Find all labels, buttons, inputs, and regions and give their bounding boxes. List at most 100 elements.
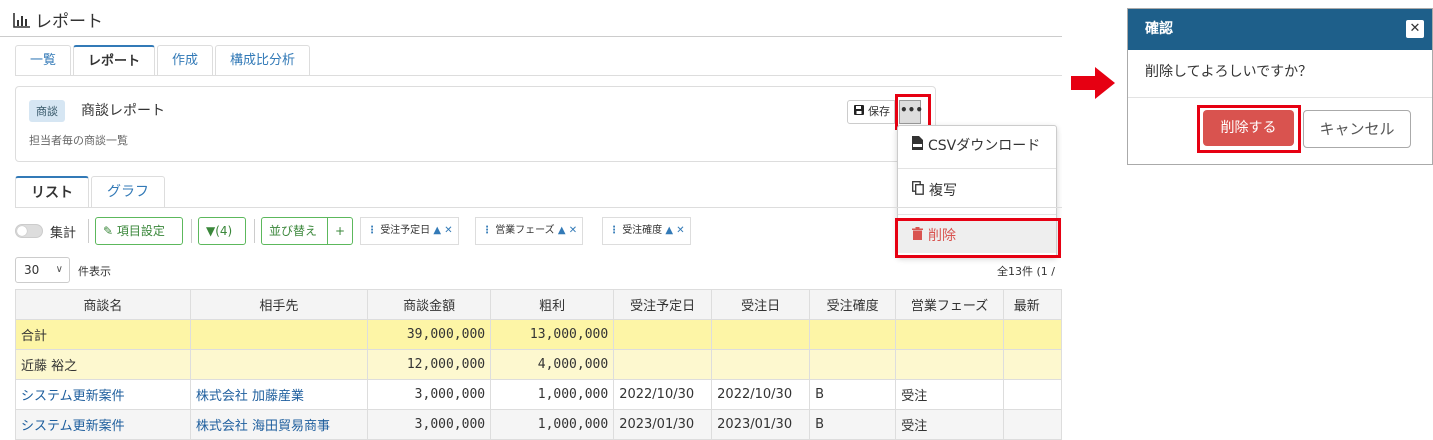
right-arrow-icon bbox=[1071, 67, 1115, 99]
column-header[interactable]: 商談名 bbox=[15, 289, 191, 320]
edit-icon: ✎ bbox=[103, 224, 114, 238]
table-header-row: 商談名 相手先 商談金額 粗利 受注予定日 受注日 受注確度 営業フェーズ 最新 bbox=[15, 289, 1062, 320]
report-name: 商談レポート bbox=[81, 103, 165, 119]
column-header[interactable]: 受注確度 bbox=[809, 289, 897, 320]
view-tabs-divider bbox=[15, 207, 1062, 208]
order-date: 2022/10/30 bbox=[711, 379, 811, 410]
menu-item-csv-label: CSVダウンロード bbox=[928, 138, 1041, 154]
category-badge: 商談 bbox=[29, 100, 65, 122]
report-description: 担当者毎の商談一覧 bbox=[29, 134, 128, 147]
drag-handle-icon[interactable]: ⋮ bbox=[609, 225, 619, 236]
client-link[interactable]: 株式会社 海田貿易商事 bbox=[189, 409, 369, 440]
subtotal-amount: 12,000,000 bbox=[367, 349, 492, 380]
table-row: システム更新案件 株式会社 加藤産業 3,000,000 1,000,000 2… bbox=[15, 379, 1062, 410]
planned-date: 2023/01/30 bbox=[613, 409, 713, 440]
total-label: 合計 bbox=[15, 319, 191, 350]
delete-button-highlight bbox=[1197, 105, 1301, 153]
sort-chip-certainty[interactable]: ⋮ 受注確度 ▲ ✕ bbox=[602, 217, 691, 245]
menu-item-csv-download[interactable]: CSVダウンロード bbox=[898, 129, 1056, 163]
tab-composition-analysis[interactable]: 構成比分析 bbox=[215, 45, 311, 75]
column-header[interactable]: 粗利 bbox=[490, 289, 615, 320]
deal-name-link[interactable]: システム更新案件 bbox=[15, 409, 191, 440]
client-link[interactable]: 株式会社 加藤産業 bbox=[189, 379, 369, 410]
table-cell bbox=[1002, 379, 1062, 410]
total-row: 合計 39,000,000 13,000,000 bbox=[15, 319, 1062, 350]
table-cell bbox=[1002, 349, 1062, 380]
deal-name-link[interactable]: システム更新案件 bbox=[15, 379, 191, 410]
csv-file-icon bbox=[912, 129, 923, 163]
tab-graph-view[interactable]: グラフ bbox=[91, 176, 165, 207]
drag-handle-icon[interactable]: ⋮ bbox=[482, 225, 492, 236]
table-cell bbox=[613, 319, 713, 350]
table-cell bbox=[895, 319, 1004, 350]
top-tabs: 一覧 レポート 作成 構成比分析 bbox=[15, 45, 312, 76]
filter-icon: ▼ bbox=[206, 224, 216, 238]
table-cell bbox=[1002, 409, 1062, 440]
filter-button[interactable]: ▼(4) bbox=[198, 217, 246, 245]
table-cell bbox=[189, 349, 369, 380]
sort-chip-label: 受注確度 bbox=[622, 225, 663, 236]
toolbar-separator bbox=[191, 219, 192, 243]
per-page-value: 30 bbox=[24, 263, 40, 277]
column-header[interactable]: 受注予定日 bbox=[613, 289, 713, 320]
remove-sort-icon[interactable]: ✕ bbox=[569, 225, 577, 236]
deal-amount: 3,000,000 bbox=[367, 409, 492, 440]
sort-asc-icon[interactable]: ▲ bbox=[433, 225, 441, 236]
tab-report[interactable]: レポート bbox=[73, 45, 156, 76]
tabs-divider bbox=[15, 75, 1062, 76]
sales-phase: 受注 bbox=[895, 409, 1004, 440]
view-tabs: リスト グラフ bbox=[15, 176, 167, 207]
order-date: 2023/01/30 bbox=[711, 409, 811, 440]
filter-count: (4) bbox=[215, 224, 233, 238]
page-title-text: レポート bbox=[35, 12, 103, 32]
certainty: B bbox=[809, 409, 897, 440]
chevron-down-icon: ∨ bbox=[55, 264, 63, 275]
column-header[interactable]: 相手先 bbox=[189, 289, 369, 320]
title-divider bbox=[0, 36, 1062, 37]
record-count: 全13件 (1 / bbox=[997, 265, 1055, 278]
total-amount: 39,000,000 bbox=[367, 319, 492, 350]
report-card: 商談 商談レポート 担当者毎の商談一覧 保存 ••• bbox=[15, 86, 936, 162]
report-table: 商談名 相手先 商談金額 粗利 受注予定日 受注日 受注確度 営業フェーズ 最新… bbox=[15, 289, 1062, 440]
remove-sort-icon[interactable]: ✕ bbox=[444, 225, 452, 236]
save-button[interactable]: 保存 bbox=[847, 100, 895, 124]
aggregate-label: 集計 bbox=[50, 226, 77, 241]
planned-date: 2022/10/30 bbox=[613, 379, 713, 410]
table-cell bbox=[711, 319, 811, 350]
certainty: B bbox=[809, 379, 897, 410]
close-icon[interactable]: ✕ bbox=[1406, 20, 1424, 38]
floppy-icon bbox=[854, 101, 864, 123]
menu-separator bbox=[898, 168, 1056, 169]
dialog-title: 確認 bbox=[1145, 21, 1173, 37]
sort-asc-icon[interactable]: ▲ bbox=[665, 225, 673, 236]
tab-list[interactable]: 一覧 bbox=[15, 45, 72, 75]
menu-separator bbox=[898, 214, 1056, 215]
subtotal-profit: 4,000,000 bbox=[490, 349, 615, 380]
menu-item-copy[interactable]: 複写 bbox=[898, 174, 1056, 208]
dialog-divider bbox=[1128, 97, 1432, 98]
save-label: 保存 bbox=[868, 105, 890, 118]
sort-chip-sales-phase[interactable]: ⋮ 営業フェーズ ▲ ✕ bbox=[475, 217, 584, 245]
per-page-select[interactable]: 30 ∨ bbox=[15, 257, 70, 283]
column-header[interactable]: 最新 bbox=[1002, 289, 1062, 320]
sort-chip-label: 受注予定日 bbox=[380, 225, 431, 236]
column-header[interactable]: 営業フェーズ bbox=[895, 289, 1004, 320]
column-header[interactable]: 受注日 bbox=[711, 289, 811, 320]
column-header[interactable]: 商談金額 bbox=[367, 289, 492, 320]
cancel-button[interactable]: キャンセル bbox=[1303, 110, 1411, 148]
deal-profit: 1,000,000 bbox=[490, 379, 615, 410]
tab-create[interactable]: 作成 bbox=[157, 45, 214, 75]
sort-chip-planned-date[interactable]: ⋮ 受注予定日 ▲ ✕ bbox=[360, 217, 459, 245]
copy-icon bbox=[912, 174, 924, 208]
page-title: レポート bbox=[13, 7, 103, 32]
aggregate-toggle[interactable] bbox=[15, 224, 43, 238]
column-settings-button[interactable]: ✎ 項目設定 bbox=[95, 217, 183, 245]
remove-sort-icon[interactable]: ✕ bbox=[676, 225, 684, 236]
add-sort-button[interactable]: + bbox=[327, 217, 353, 245]
sort-button[interactable]: 並び替え bbox=[261, 217, 328, 245]
dialog-header: 確認 ✕ bbox=[1128, 9, 1432, 50]
drag-handle-icon[interactable]: ⋮ bbox=[367, 225, 377, 236]
tab-list-view[interactable]: リスト bbox=[15, 176, 89, 207]
sort-asc-icon[interactable]: ▲ bbox=[558, 225, 566, 236]
toolbar-separator bbox=[254, 219, 255, 243]
